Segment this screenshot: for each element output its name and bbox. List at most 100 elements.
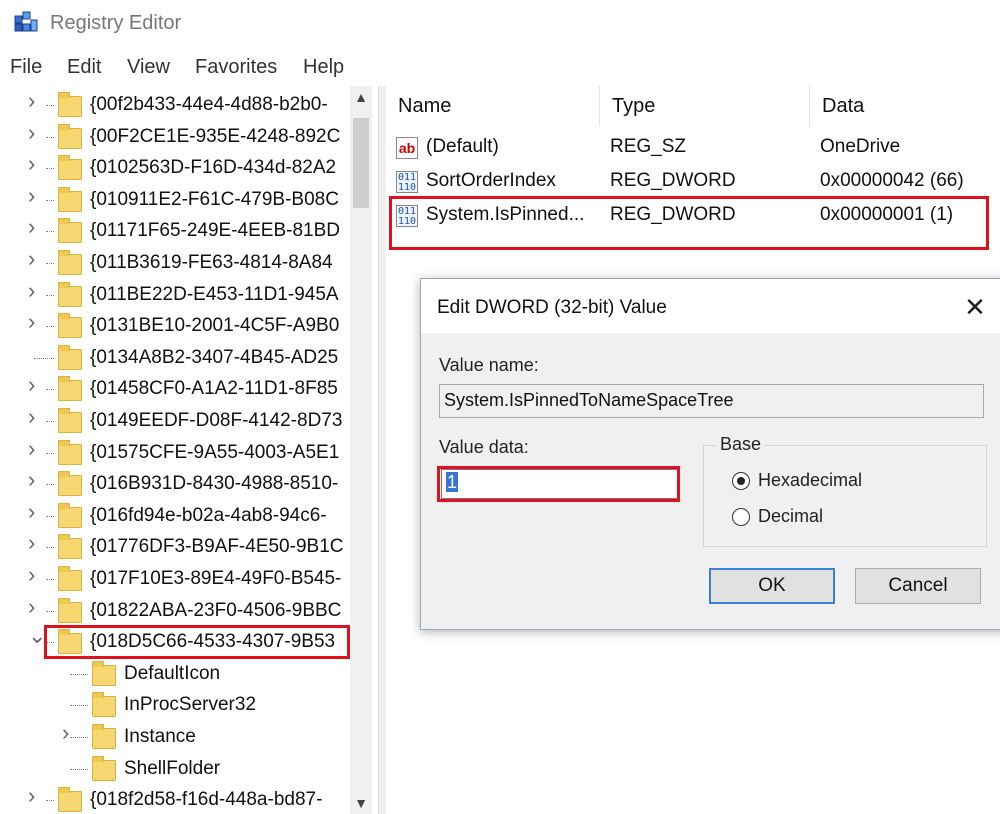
column-header-data[interactable]: Data	[810, 86, 1000, 126]
value-data-input[interactable]: 1	[441, 469, 679, 499]
tree-item[interactable]: › {00f2b433-44e4-4d88-b2b0-	[0, 90, 350, 122]
tree-item[interactable]: › {01458CF0-A1A2-11D1-8F85	[0, 374, 350, 406]
folder-icon	[58, 123, 82, 149]
menu-view[interactable]: View	[127, 56, 170, 79]
tree-item[interactable]: DefaultIcon	[0, 659, 350, 691]
menu-file[interactable]: File	[10, 56, 42, 79]
folder-icon	[58, 502, 82, 528]
folder-icon	[58, 281, 82, 307]
chevron-right-icon[interactable]: ›	[28, 121, 42, 143]
chevron-right-icon[interactable]: ›	[28, 216, 42, 238]
tree-item[interactable]: › {00F2CE1E-935E-4248-892C	[0, 121, 350, 154]
chevron-right-icon[interactable]: ›	[28, 153, 42, 175]
tree-item[interactable]: › {0149EEDF-D08F-4142-8D73	[0, 406, 350, 438]
tree-connector	[70, 768, 88, 770]
tree-scrollbar[interactable]: ▲ ▼	[350, 86, 372, 814]
folder-icon	[58, 186, 82, 212]
chevron-right-icon[interactable]: ›	[28, 279, 42, 301]
chevron-right-icon[interactable]: ›	[28, 595, 42, 617]
value-type: REG_DWORD	[610, 204, 736, 225]
folder-icon	[92, 724, 116, 749]
tree-item[interactable]: › {011BE22D-E453-11D1-945A	[0, 279, 350, 312]
close-icon[interactable]: ✕	[955, 287, 995, 327]
column-header-type[interactable]: Type	[600, 86, 810, 126]
window-title: Registry Editor	[50, 12, 182, 34]
hexadecimal-label[interactable]: Hexadecimal	[758, 470, 862, 491]
tree-connector	[46, 294, 54, 296]
tree-item[interactable]: {0134A8B2-3407-4B45-AD25	[0, 343, 350, 375]
tree-connector	[46, 136, 54, 138]
value-row[interactable]: 011 110 SortOrderIndex REG_DWORD 0x000000…	[386, 166, 1000, 198]
cancel-button[interactable]: Cancel	[855, 568, 981, 604]
tree-item[interactable]: › {01822ABA-23F0-4506-9BBC	[0, 595, 350, 628]
decimal-label[interactable]: Decimal	[758, 506, 823, 527]
tree-item[interactable]: › {017F10E3-89E4-49F0-B545-	[0, 564, 350, 596]
tree-connector	[46, 642, 54, 644]
chevron-right-icon[interactable]: ›	[28, 184, 42, 206]
menu-edit[interactable]: Edit	[67, 56, 101, 79]
scroll-up-icon[interactable]: ▲	[350, 86, 372, 108]
chevron-right-icon[interactable]: ›	[28, 532, 42, 554]
tree-item-label: {01776DF3-B9AF-4E50-9B1C	[90, 536, 344, 558]
base-group-title: Base	[716, 434, 766, 455]
tree-item[interactable]: ⌄ {018D5C66-4533-4307-9B53	[0, 625, 350, 659]
column-header-name[interactable]: Name	[386, 86, 600, 126]
menu-favorites[interactable]: Favorites	[195, 56, 277, 79]
tree-item[interactable]: › {01575CFE-9A55-4003-A5E1	[0, 437, 350, 470]
tree-connector	[70, 737, 88, 738]
tree-item[interactable]: › {011B3619-FE63-4814-8A84	[0, 248, 350, 280]
tree-item-label: {018D5C66-4533-4307-9B53	[90, 631, 336, 653]
value-name-field: System.IsPinnedToNameSpaceTree	[439, 384, 984, 418]
chevron-right-icon[interactable]: ›	[28, 785, 42, 807]
value-data-label: Value data:	[439, 437, 529, 457]
tree-item[interactable]: › {0102563D-F16D-434d-82A2	[0, 153, 350, 185]
chevron-right-icon[interactable]: ›	[62, 722, 76, 744]
chevron-right-icon[interactable]: ›	[28, 248, 42, 270]
tree-connector	[46, 610, 54, 612]
chevron-right-icon[interactable]: ›	[28, 500, 42, 522]
tree-item[interactable]: › {016fd94e-b02a-4ab8-94c6-	[0, 500, 350, 533]
value-data: 0x00000042 (66)	[820, 170, 964, 191]
tree-item-label: {018f2d58-f16d-448a-bd87-	[90, 789, 323, 811]
value-row[interactable]: ab (Default) REG_SZ OneDrive	[386, 132, 1000, 164]
hexadecimal-radio[interactable]	[732, 472, 750, 490]
tree-item-label: {011BE22D-E453-11D1-945A	[90, 283, 339, 305]
tree-item[interactable]: › {0131BE10-2001-4C5F-A9B0	[0, 311, 350, 343]
binary-value-icon: 011 110	[396, 171, 418, 193]
decimal-radio[interactable]	[732, 508, 750, 526]
key-tree[interactable]: › {00f2b433-44e4-4d88-b2b0- › {00F2CE1E-935…	[0, 86, 378, 814]
chevron-right-icon[interactable]: ›	[28, 374, 42, 396]
tree-item-label: {00f2b433-44e4-4d88-b2b0-	[90, 94, 328, 115]
folder-icon	[58, 92, 82, 117]
tree-item[interactable]: ShellFolder	[0, 754, 350, 786]
tree-item-label: Instance	[124, 726, 196, 747]
scroll-down-icon[interactable]: ▼	[350, 792, 372, 814]
tree-item[interactable]: › {01776DF3-B9AF-4E50-9B1C	[0, 532, 350, 564]
dialog-title-bar: Edit DWORD (32-bit) Value ✕	[421, 279, 1000, 333]
tree-item-label: {016fd94e-b02a-4ab8-94c6-	[90, 504, 327, 526]
chevron-right-icon[interactable]: ›	[28, 564, 42, 586]
value-row[interactable]: 011 110 System.IsPinned... REG_DWORD 0x00…	[386, 200, 1000, 232]
tree-item[interactable]: › {01171F65-249E-4EEB-81BD	[0, 216, 350, 248]
chevron-right-icon[interactable]: ›	[28, 90, 42, 112]
chevron-right-icon[interactable]: ›	[28, 311, 42, 333]
scroll-thumb[interactable]	[353, 118, 369, 208]
tree-item[interactable]: InProcServer32	[0, 690, 350, 722]
chevron-down-icon[interactable]: ⌄	[28, 625, 46, 647]
folder-icon	[58, 471, 82, 497]
folder-icon	[58, 439, 82, 465]
tree-connector	[46, 484, 54, 486]
tree-item[interactable]: › {010911E2-F61C-479B-B08C	[0, 184, 350, 217]
chevron-right-icon[interactable]: ›	[28, 437, 42, 459]
chevron-right-icon[interactable]: ›	[28, 469, 42, 491]
menu-help[interactable]: Help	[303, 56, 344, 79]
chevron-right-icon[interactable]: ›	[28, 406, 42, 428]
ok-button[interactable]: OK	[709, 568, 835, 604]
binary-value-icon: 011 110	[396, 205, 418, 227]
value-name-label: Value name:	[439, 355, 539, 375]
value-type: REG_SZ	[610, 136, 687, 157]
tree-item[interactable]: › {018f2d58-f16d-448a-bd87-	[0, 785, 350, 814]
tree-item[interactable]: › {016B931D-8430-4988-8510-	[0, 469, 350, 501]
tree-item[interactable]: › Instance	[0, 722, 350, 754]
tree-item-label: ShellFolder	[124, 757, 221, 779]
